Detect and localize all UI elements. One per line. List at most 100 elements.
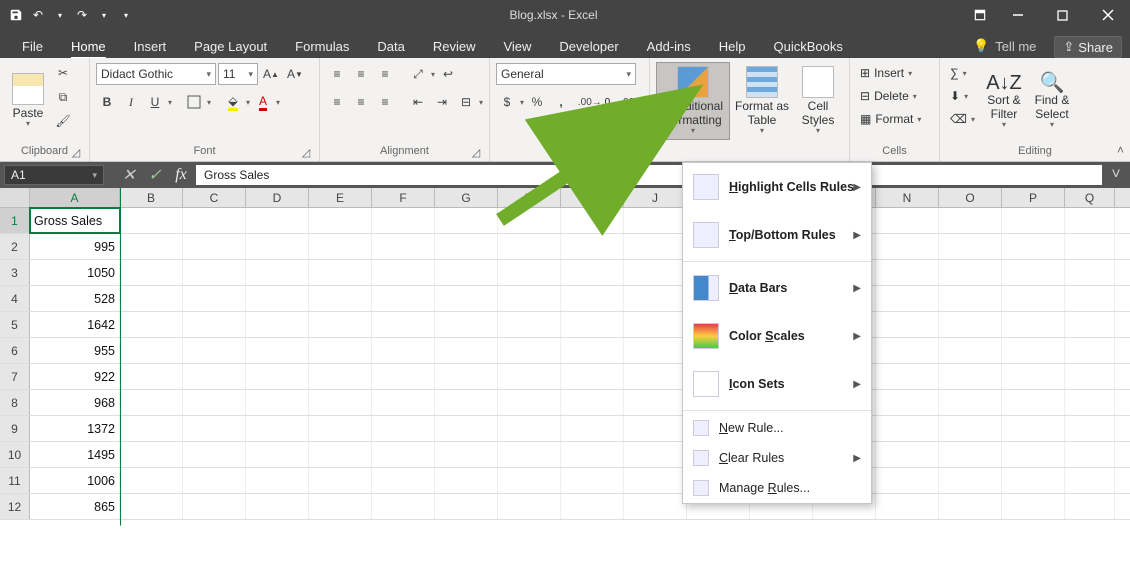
borders-button[interactable]: [183, 91, 205, 113]
cell[interactable]: [372, 286, 435, 311]
tab-add-ins[interactable]: Add-ins: [633, 35, 705, 58]
cell[interactable]: [120, 390, 183, 415]
enter-icon[interactable]: ✓: [144, 165, 166, 185]
row-header[interactable]: 1: [0, 208, 30, 233]
cell[interactable]: [309, 338, 372, 363]
fill-color-button[interactable]: ⬙: [222, 91, 244, 113]
cell[interactable]: [183, 312, 246, 337]
column-header-F[interactable]: F: [372, 188, 435, 207]
cell[interactable]: 955: [30, 338, 120, 363]
cell[interactable]: [1065, 338, 1115, 363]
cell[interactable]: [1002, 312, 1065, 337]
sort-filter-button[interactable]: A↓Z Sort & Filter ▾: [981, 62, 1027, 140]
cell[interactable]: [876, 260, 939, 285]
cell[interactable]: [435, 260, 498, 285]
cell[interactable]: [372, 364, 435, 389]
cell[interactable]: [435, 338, 498, 363]
cell[interactable]: [435, 312, 498, 337]
orientation-button[interactable]: ⤢: [407, 63, 429, 85]
number-dialog-icon[interactable]: ◿: [629, 145, 643, 159]
cell[interactable]: [1002, 364, 1065, 389]
cell[interactable]: [561, 312, 624, 337]
cell[interactable]: [561, 416, 624, 441]
cancel-icon[interactable]: ✕: [118, 165, 140, 185]
cell[interactable]: [246, 468, 309, 493]
cell[interactable]: [939, 286, 1002, 311]
cell[interactable]: 1050: [30, 260, 120, 285]
clipboard-dialog-icon[interactable]: ◿: [69, 145, 83, 159]
cell[interactable]: [498, 468, 561, 493]
cell[interactable]: [120, 312, 183, 337]
cell[interactable]: 968: [30, 390, 120, 415]
menu-manage-rules-[interactable]: Manage Rules...: [683, 473, 871, 503]
align-left-button[interactable]: ≡: [326, 91, 348, 113]
tab-review[interactable]: Review: [419, 35, 490, 58]
maximize-button[interactable]: [1040, 0, 1085, 30]
cell[interactable]: [372, 338, 435, 363]
cell[interactable]: 922: [30, 364, 120, 389]
alignment-dialog-icon[interactable]: ◿: [469, 145, 483, 159]
menu-new-rule-[interactable]: New Rule...: [683, 413, 871, 443]
conditional-formatting-button[interactable]: Conditional Formatting ▾: [656, 62, 730, 140]
cell[interactable]: [939, 442, 1002, 467]
align-top-button[interactable]: ≡: [326, 63, 348, 85]
cell[interactable]: [372, 390, 435, 415]
cell[interactable]: [309, 364, 372, 389]
column-header-P[interactable]: P: [1002, 188, 1065, 207]
font-color-button[interactable]: A: [252, 91, 274, 113]
decrease-indent-button[interactable]: ⇤: [407, 91, 429, 113]
cell[interactable]: [939, 234, 1002, 259]
cell[interactable]: [183, 468, 246, 493]
menu-highlight-cells-rules[interactable]: Highlight Cells Rules▶: [683, 163, 871, 211]
cell[interactable]: [372, 208, 435, 233]
cell[interactable]: [498, 260, 561, 285]
cell[interactable]: [120, 416, 183, 441]
cell[interactable]: [120, 260, 183, 285]
cell[interactable]: [183, 364, 246, 389]
font-family-combo[interactable]: Didact Gothic▾: [96, 63, 216, 85]
cell[interactable]: 995: [30, 234, 120, 259]
cell[interactable]: [1065, 260, 1115, 285]
tab-view[interactable]: View: [489, 35, 545, 58]
column-header-Q[interactable]: Q: [1065, 188, 1115, 207]
column-header-N[interactable]: N: [876, 188, 939, 207]
menu-color-scales[interactable]: Color Scales▶: [683, 312, 871, 360]
row-header[interactable]: 3: [0, 260, 30, 285]
cell[interactable]: [498, 338, 561, 363]
cell[interactable]: [183, 416, 246, 441]
cell[interactable]: [561, 208, 624, 233]
cell[interactable]: [876, 364, 939, 389]
formula-input[interactable]: Gross Sales: [196, 165, 1102, 185]
share-button[interactable]: ⇪ Share: [1054, 36, 1122, 58]
cell[interactable]: [1002, 390, 1065, 415]
cell[interactable]: [624, 390, 687, 415]
cell[interactable]: [498, 234, 561, 259]
align-middle-button[interactable]: ≡: [350, 63, 372, 85]
cut-button[interactable]: ✂: [52, 62, 74, 84]
cell[interactable]: [561, 364, 624, 389]
grow-font-button[interactable]: A▲: [260, 63, 282, 85]
cell[interactable]: [1065, 208, 1115, 233]
cell[interactable]: [309, 312, 372, 337]
cell[interactable]: [498, 312, 561, 337]
cell[interactable]: [1002, 208, 1065, 233]
merge-button[interactable]: ⊟: [455, 91, 477, 113]
ribbon-display-options[interactable]: [965, 0, 995, 30]
tab-page-layout[interactable]: Page Layout: [180, 35, 281, 58]
undo-icon[interactable]: ↶: [30, 7, 46, 23]
cell[interactable]: [1065, 312, 1115, 337]
cell[interactable]: [1002, 416, 1065, 441]
row-header[interactable]: 9: [0, 416, 30, 441]
cell[interactable]: 1495: [30, 442, 120, 467]
cell[interactable]: [939, 468, 1002, 493]
cell[interactable]: [876, 416, 939, 441]
cell[interactable]: [561, 442, 624, 467]
cell[interactable]: [624, 286, 687, 311]
cell[interactable]: [246, 338, 309, 363]
cell[interactable]: [1002, 234, 1065, 259]
row-header[interactable]: 8: [0, 390, 30, 415]
tab-formulas[interactable]: Formulas: [281, 35, 363, 58]
row-header[interactable]: 4: [0, 286, 30, 311]
column-header-E[interactable]: E: [309, 188, 372, 207]
cell-styles-button[interactable]: Cell Styles ▾: [794, 62, 842, 140]
